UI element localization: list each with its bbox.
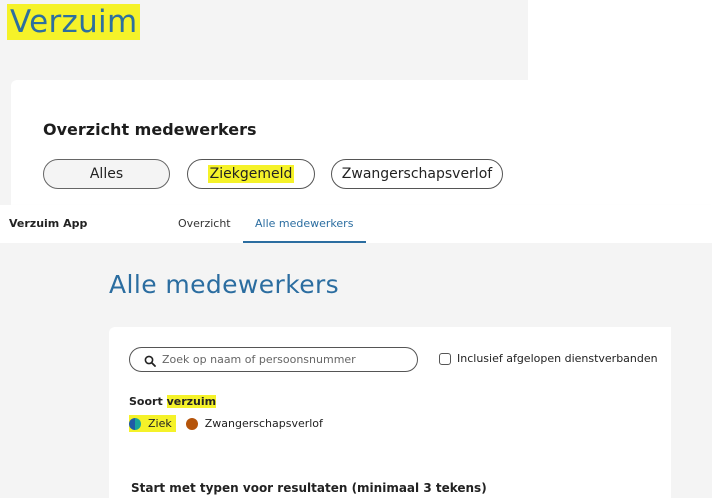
tab-overzicht[interactable]: Overzicht (178, 217, 231, 230)
verzuim-title: Verzuim (7, 4, 141, 40)
overview-card-title: Overzicht medewerkers (43, 120, 257, 139)
soort-verzuim-label: Soort verzuim (129, 395, 217, 408)
soort-label-prefix: Soort (129, 395, 167, 408)
include-past-checkbox[interactable] (439, 352, 451, 365)
filter-zwangerschapsverlof-label: Zwangerschapsverlof (341, 166, 493, 182)
search-icon (144, 354, 156, 367)
search-hint: Start met typen voor resultaten (minimaa… (131, 481, 487, 495)
overview-card: Overzicht medewerkers Alles Ziekgemeld Z… (11, 80, 528, 205)
filter-zwangerschapsverlof-button[interactable]: Zwangerschapsverlof (331, 159, 503, 189)
filter-alles-label: Alles (89, 166, 124, 182)
legend-zwangerschapsverlof-label: Zwangerschapsverlof (204, 417, 323, 430)
include-past-label[interactable]: Inclusief afgelopen dienstverbanden (457, 352, 658, 365)
filter-alles-button[interactable]: Alles (43, 159, 170, 189)
tab-alle-medewerkers[interactable]: Alle medewerkers (255, 217, 353, 230)
include-past-checkbox-row[interactable]: Inclusief afgelopen dienstverbanden (439, 352, 658, 365)
zwangerschapsverlof-dot-icon (185, 417, 198, 430)
search-input[interactable] (162, 353, 402, 366)
filter-ziekgemeld-button[interactable]: Ziekgemeld (187, 159, 315, 189)
verzuim-legend: Ziek Zwangerschapsverlof (129, 415, 323, 432)
verzuim-overview-panel: Verzuim Overzicht medewerkers Alles Ziek… (0, 0, 528, 205)
search-field[interactable] (129, 347, 418, 372)
app-header: Verzuim App Overzicht Alle medewerkers (0, 205, 712, 243)
app-brand[interactable]: Verzuim App (9, 217, 87, 230)
ziek-dot-icon (129, 417, 141, 430)
soort-label-highlight: verzuim (166, 395, 217, 408)
legend-item-ziek: Ziek (129, 415, 176, 432)
legend-ziek-label: Ziek (148, 417, 172, 430)
filter-ziekgemeld-label: Ziekgemeld (207, 165, 295, 183)
page-title: Alle medewerkers (109, 270, 340, 299)
